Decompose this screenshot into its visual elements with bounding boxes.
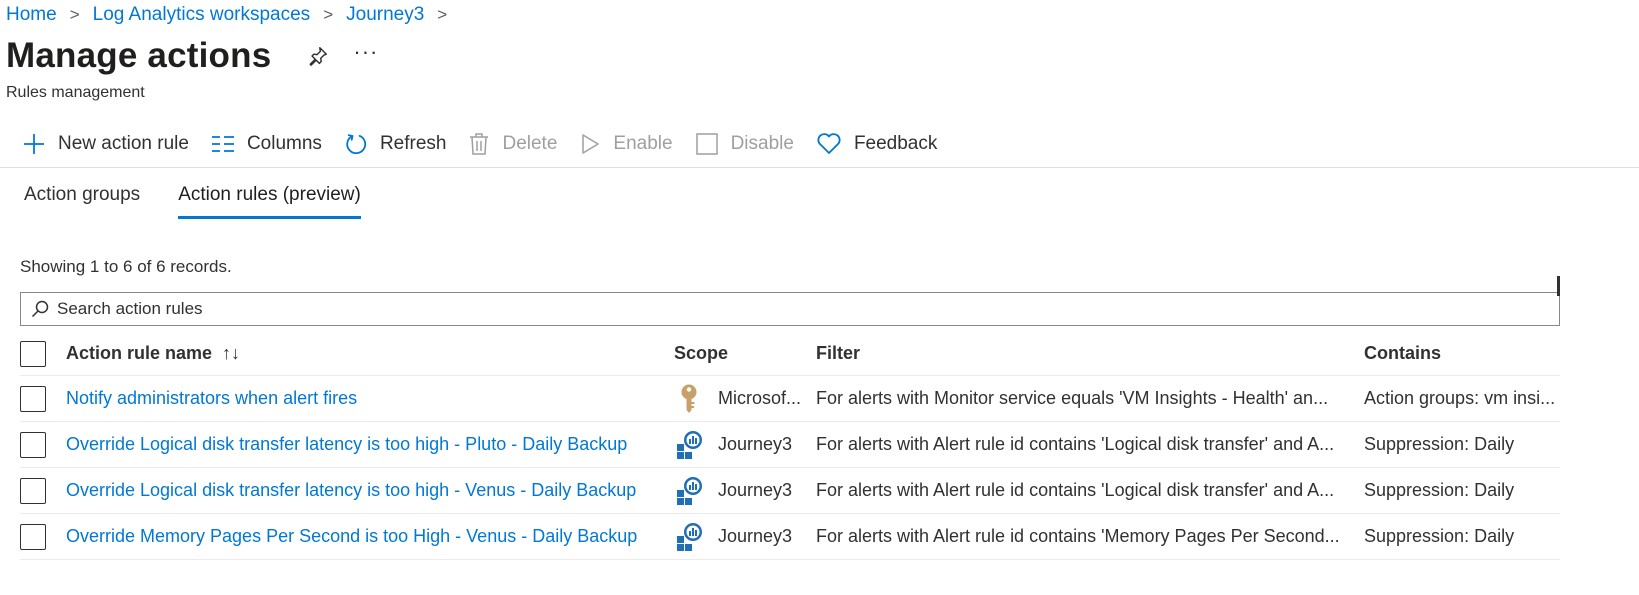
select-all-checkbox[interactable] [20, 340, 46, 367]
action-rule-link[interactable]: Notify administrators when alert fires [66, 388, 357, 408]
title-row: Manage actions ··· [6, 36, 378, 76]
sort-icon[interactable]: ↑↓ [222, 343, 240, 363]
action-rule-link[interactable]: Override Logical disk transfer latency i… [66, 434, 627, 454]
row-checkbox[interactable] [20, 431, 46, 458]
scope-text: Journey3 [718, 480, 793, 500]
tab-action-groups[interactable]: Action groups [24, 184, 140, 219]
search-box [20, 292, 1560, 326]
refresh-label: Refresh [379, 133, 447, 154]
action-rule-link[interactable]: Override Memory Pages Per Second is too … [66, 526, 637, 546]
row-checkbox[interactable] [20, 385, 46, 412]
new-action-rule-label: New action rule [58, 133, 189, 154]
action-rule-link[interactable]: Override Logical disk transfer latency i… [66, 480, 636, 500]
command-bar: New action rule Columns Refresh Delete E… [22, 127, 959, 161]
stop-icon [695, 133, 718, 155]
row-checkbox[interactable] [20, 477, 46, 504]
column-header-filter: Filter [816, 343, 861, 363]
records-count: Showing 1 to 6 of 6 records. [20, 257, 232, 276]
disable-button[interactable]: Disable [695, 132, 794, 156]
table-row: Override Memory Pages Per Second is too … [20, 514, 1560, 560]
column-header-contains: Contains [1364, 343, 1442, 363]
table-row: Override Logical disk transfer latency i… [20, 422, 1560, 468]
contains-text: Action groups: vm insi... [1364, 388, 1556, 408]
feedback-button[interactable]: Feedback [816, 132, 937, 156]
table-row: Notify administrators when alert fires M… [20, 376, 1560, 422]
search-icon [31, 300, 49, 318]
contains-text: Suppression: Daily [1364, 480, 1515, 500]
heart-icon [817, 133, 841, 154]
columns-icon [211, 136, 234, 152]
columns-button[interactable]: Columns [211, 133, 322, 155]
filter-text: For alerts with Alert rule id contains '… [816, 434, 1335, 454]
enable-button[interactable]: Enable [579, 132, 673, 156]
trash-icon [470, 133, 489, 155]
manage-actions-page: Home > Log Analytics workspaces > Journe… [0, 0, 1639, 595]
tab-list: Action groups Action rules (preview) [24, 184, 399, 219]
action-rules-table: Action rule name ↑↓ Scope Filter Contains… [20, 332, 1560, 560]
contains-text: Suppression: Daily [1364, 434, 1515, 454]
new-action-rule-button[interactable]: New action rule [22, 132, 189, 156]
breadcrumb-home[interactable]: Home [6, 4, 57, 26]
filter-text: For alerts with Alert rule id contains '… [816, 526, 1340, 546]
search-input[interactable] [57, 299, 1457, 319]
key-icon [681, 384, 697, 413]
refresh-icon [346, 134, 366, 155]
scope-text: Microsof... [718, 388, 802, 408]
row-checkbox[interactable] [20, 523, 46, 550]
breadcrumb-log-analytics[interactable]: Log Analytics workspaces [93, 4, 311, 26]
table-header: Action rule name ↑↓ Scope Filter Contains [20, 332, 1560, 376]
breadcrumb: Home > Log Analytics workspaces > Journe… [6, 2, 460, 28]
more-options-icon[interactable]: ··· [353, 39, 378, 65]
feedback-label: Feedback [853, 133, 938, 154]
scope-text: Journey3 [718, 526, 793, 546]
enable-label: Enable [613, 133, 673, 154]
contains-text: Suppression: Daily [1364, 526, 1515, 546]
log-analytics-icon [677, 476, 702, 505]
plus-icon [24, 134, 44, 154]
log-analytics-icon [677, 522, 702, 551]
filter-text: For alerts with Alert rule id contains '… [816, 480, 1335, 500]
chevron-right-icon: > [69, 5, 80, 24]
scrollbar-handle[interactable] [1557, 276, 1560, 296]
page-title: Manage actions [6, 36, 272, 75]
columns-label: Columns [246, 133, 322, 154]
chevron-right-icon: > [323, 5, 334, 24]
breadcrumb-journey3[interactable]: Journey3 [346, 4, 424, 26]
play-icon [582, 134, 600, 154]
chevron-right-icon: > [437, 5, 448, 24]
toolbar-divider [0, 167, 1639, 168]
table-row: Override Logical disk transfer latency i… [20, 468, 1560, 514]
log-analytics-icon [677, 430, 702, 459]
disable-label: Disable [730, 133, 794, 154]
scope-text: Journey3 [718, 434, 793, 454]
tab-action-rules[interactable]: Action rules (preview) [178, 184, 361, 219]
filter-text: For alerts with Monitor service equals '… [816, 388, 1329, 408]
column-header-name[interactable]: Action rule name ↑↓ [66, 343, 674, 364]
refresh-button[interactable]: Refresh [344, 132, 447, 156]
delete-label: Delete [502, 133, 558, 154]
column-header-scope: Scope [674, 343, 729, 363]
page-subtitle: Rules management [6, 84, 145, 101]
delete-button[interactable]: Delete [468, 132, 557, 156]
pin-icon[interactable] [307, 45, 329, 67]
